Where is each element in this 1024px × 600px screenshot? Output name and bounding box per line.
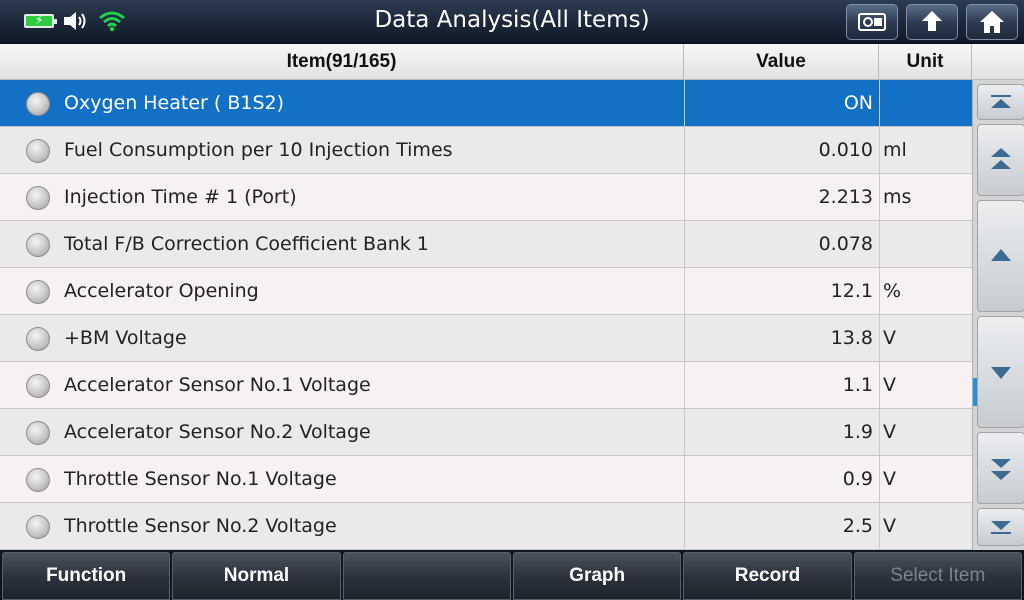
radio-icon[interactable] bbox=[26, 280, 50, 304]
table-row[interactable]: Accelerator Sensor No.1 Voltage 1.1 V bbox=[0, 362, 972, 409]
scroll-bottom-icon bbox=[991, 521, 1011, 534]
empty-button bbox=[342, 552, 511, 600]
row-value: 2.5 bbox=[684, 503, 879, 549]
home-icon bbox=[980, 11, 1004, 33]
radio-icon[interactable] bbox=[26, 233, 50, 257]
scrollbar-thumb[interactable] bbox=[973, 378, 977, 406]
row-item-name: Accelerator Opening bbox=[64, 280, 259, 302]
chevron-up-icon bbox=[991, 249, 1011, 261]
row-unit: % bbox=[879, 268, 972, 314]
table-row[interactable]: Throttle Sensor No.2 Voltage 2.5 V bbox=[0, 503, 972, 550]
radio-icon[interactable] bbox=[26, 327, 50, 351]
radio-icon[interactable] bbox=[26, 421, 50, 445]
screenshot-button[interactable] bbox=[846, 4, 898, 40]
column-header-value: Value bbox=[684, 44, 879, 80]
radio-icon[interactable] bbox=[26, 515, 50, 539]
row-unit: V bbox=[879, 456, 972, 502]
row-unit: ms bbox=[879, 174, 972, 220]
row-unit bbox=[879, 80, 972, 126]
row-unit: ml bbox=[879, 127, 972, 173]
row-value: 1.1 bbox=[684, 362, 879, 408]
scroll-bottom-button[interactable] bbox=[977, 508, 1024, 546]
radio-icon[interactable] bbox=[26, 374, 50, 398]
row-value: 12.1 bbox=[684, 268, 879, 314]
table-rows: Oxygen Heater ( B1S2) ON Fuel Consumptio… bbox=[0, 80, 972, 550]
home-button[interactable] bbox=[966, 4, 1018, 40]
row-value: 2.213 bbox=[684, 174, 879, 220]
table-row[interactable]: Accelerator Sensor No.2 Voltage 1.9 V bbox=[0, 409, 972, 456]
row-item-name: Fuel Consumption per 10 Injection Times bbox=[64, 139, 453, 161]
record-button[interactable]: Record bbox=[683, 552, 852, 600]
row-item-name: Throttle Sensor No.1 Voltage bbox=[64, 468, 337, 490]
table-row[interactable]: Throttle Sensor No.1 Voltage 0.9 V bbox=[0, 456, 972, 503]
top-button-group bbox=[846, 4, 1018, 40]
row-item-name: Throttle Sensor No.2 Voltage bbox=[64, 515, 337, 537]
row-value: ON bbox=[684, 80, 879, 126]
table-row[interactable]: Accelerator Opening 12.1 % bbox=[0, 268, 972, 315]
data-table: Item(91/165) Value Unit Oxygen Heater ( … bbox=[0, 44, 1024, 550]
row-item-name: Accelerator Sensor No.2 Voltage bbox=[64, 421, 371, 443]
table-row[interactable]: Injection Time # 1 (Port) 2.213 ms bbox=[0, 174, 972, 221]
row-item-name: Accelerator Sensor No.1 Voltage bbox=[64, 374, 371, 396]
page-down-button[interactable] bbox=[977, 432, 1024, 504]
title-bar: ⚡ Data Analysis(All Items) bbox=[0, 0, 1024, 44]
page-up-button[interactable] bbox=[977, 124, 1024, 196]
back-arrow-icon bbox=[922, 11, 942, 31]
radio-icon[interactable] bbox=[26, 468, 50, 492]
row-unit bbox=[879, 221, 972, 267]
column-header-unit: Unit bbox=[879, 44, 972, 80]
row-unit: V bbox=[879, 503, 972, 549]
scroll-column bbox=[972, 80, 1024, 550]
chevron-down-icon bbox=[991, 367, 1011, 379]
function-button[interactable]: Function bbox=[2, 552, 171, 600]
table-row[interactable]: +BM Voltage 13.8 V bbox=[0, 315, 972, 362]
normal-button[interactable]: Normal bbox=[172, 552, 341, 600]
select-item-button: Select Item bbox=[853, 552, 1022, 600]
table-row[interactable]: Total F/B Correction Coefficient Bank 1 … bbox=[0, 221, 972, 268]
row-value: 13.8 bbox=[684, 315, 879, 361]
double-chevron-up-icon bbox=[991, 148, 1011, 169]
row-item-name: Total F/B Correction Coefficient Bank 1 bbox=[64, 233, 429, 255]
row-unit: V bbox=[879, 409, 972, 455]
column-header-spacer bbox=[972, 44, 1024, 80]
radio-icon[interactable] bbox=[26, 186, 50, 210]
row-item-name: Oxygen Heater ( B1S2) bbox=[64, 92, 285, 114]
row-value: 0.9 bbox=[684, 456, 879, 502]
row-item-name: Injection Time # 1 (Port) bbox=[64, 186, 297, 208]
row-value: 0.078 bbox=[684, 221, 879, 267]
screenshot-icon bbox=[858, 13, 886, 31]
table-header: Item(91/165) Value Unit bbox=[0, 44, 1024, 80]
back-button[interactable] bbox=[906, 4, 958, 40]
double-chevron-down-icon bbox=[991, 459, 1011, 480]
scroll-up-button[interactable] bbox=[977, 200, 1024, 312]
table-row[interactable]: Fuel Consumption per 10 Injection Times … bbox=[0, 127, 972, 174]
row-unit: V bbox=[879, 362, 972, 408]
radio-icon[interactable] bbox=[26, 139, 50, 163]
row-unit: V bbox=[879, 315, 972, 361]
scroll-top-icon bbox=[991, 95, 1011, 108]
table-row[interactable]: Oxygen Heater ( B1S2) ON bbox=[0, 80, 972, 127]
scroll-down-button[interactable] bbox=[977, 316, 1024, 428]
graph-button[interactable]: Graph bbox=[512, 552, 682, 600]
row-value: 1.9 bbox=[684, 409, 879, 455]
scroll-top-button[interactable] bbox=[977, 84, 1024, 120]
row-item-name: +BM Voltage bbox=[64, 327, 187, 349]
column-header-item: Item(91/165) bbox=[0, 44, 684, 80]
bottom-toolbar: Function Normal Graph Record Select Item bbox=[0, 550, 1024, 600]
app-window: ⚡ Data Analysis(All Items) Item(91/165) … bbox=[0, 0, 1024, 600]
row-value: 0.010 bbox=[684, 127, 879, 173]
radio-icon[interactable] bbox=[26, 92, 50, 116]
